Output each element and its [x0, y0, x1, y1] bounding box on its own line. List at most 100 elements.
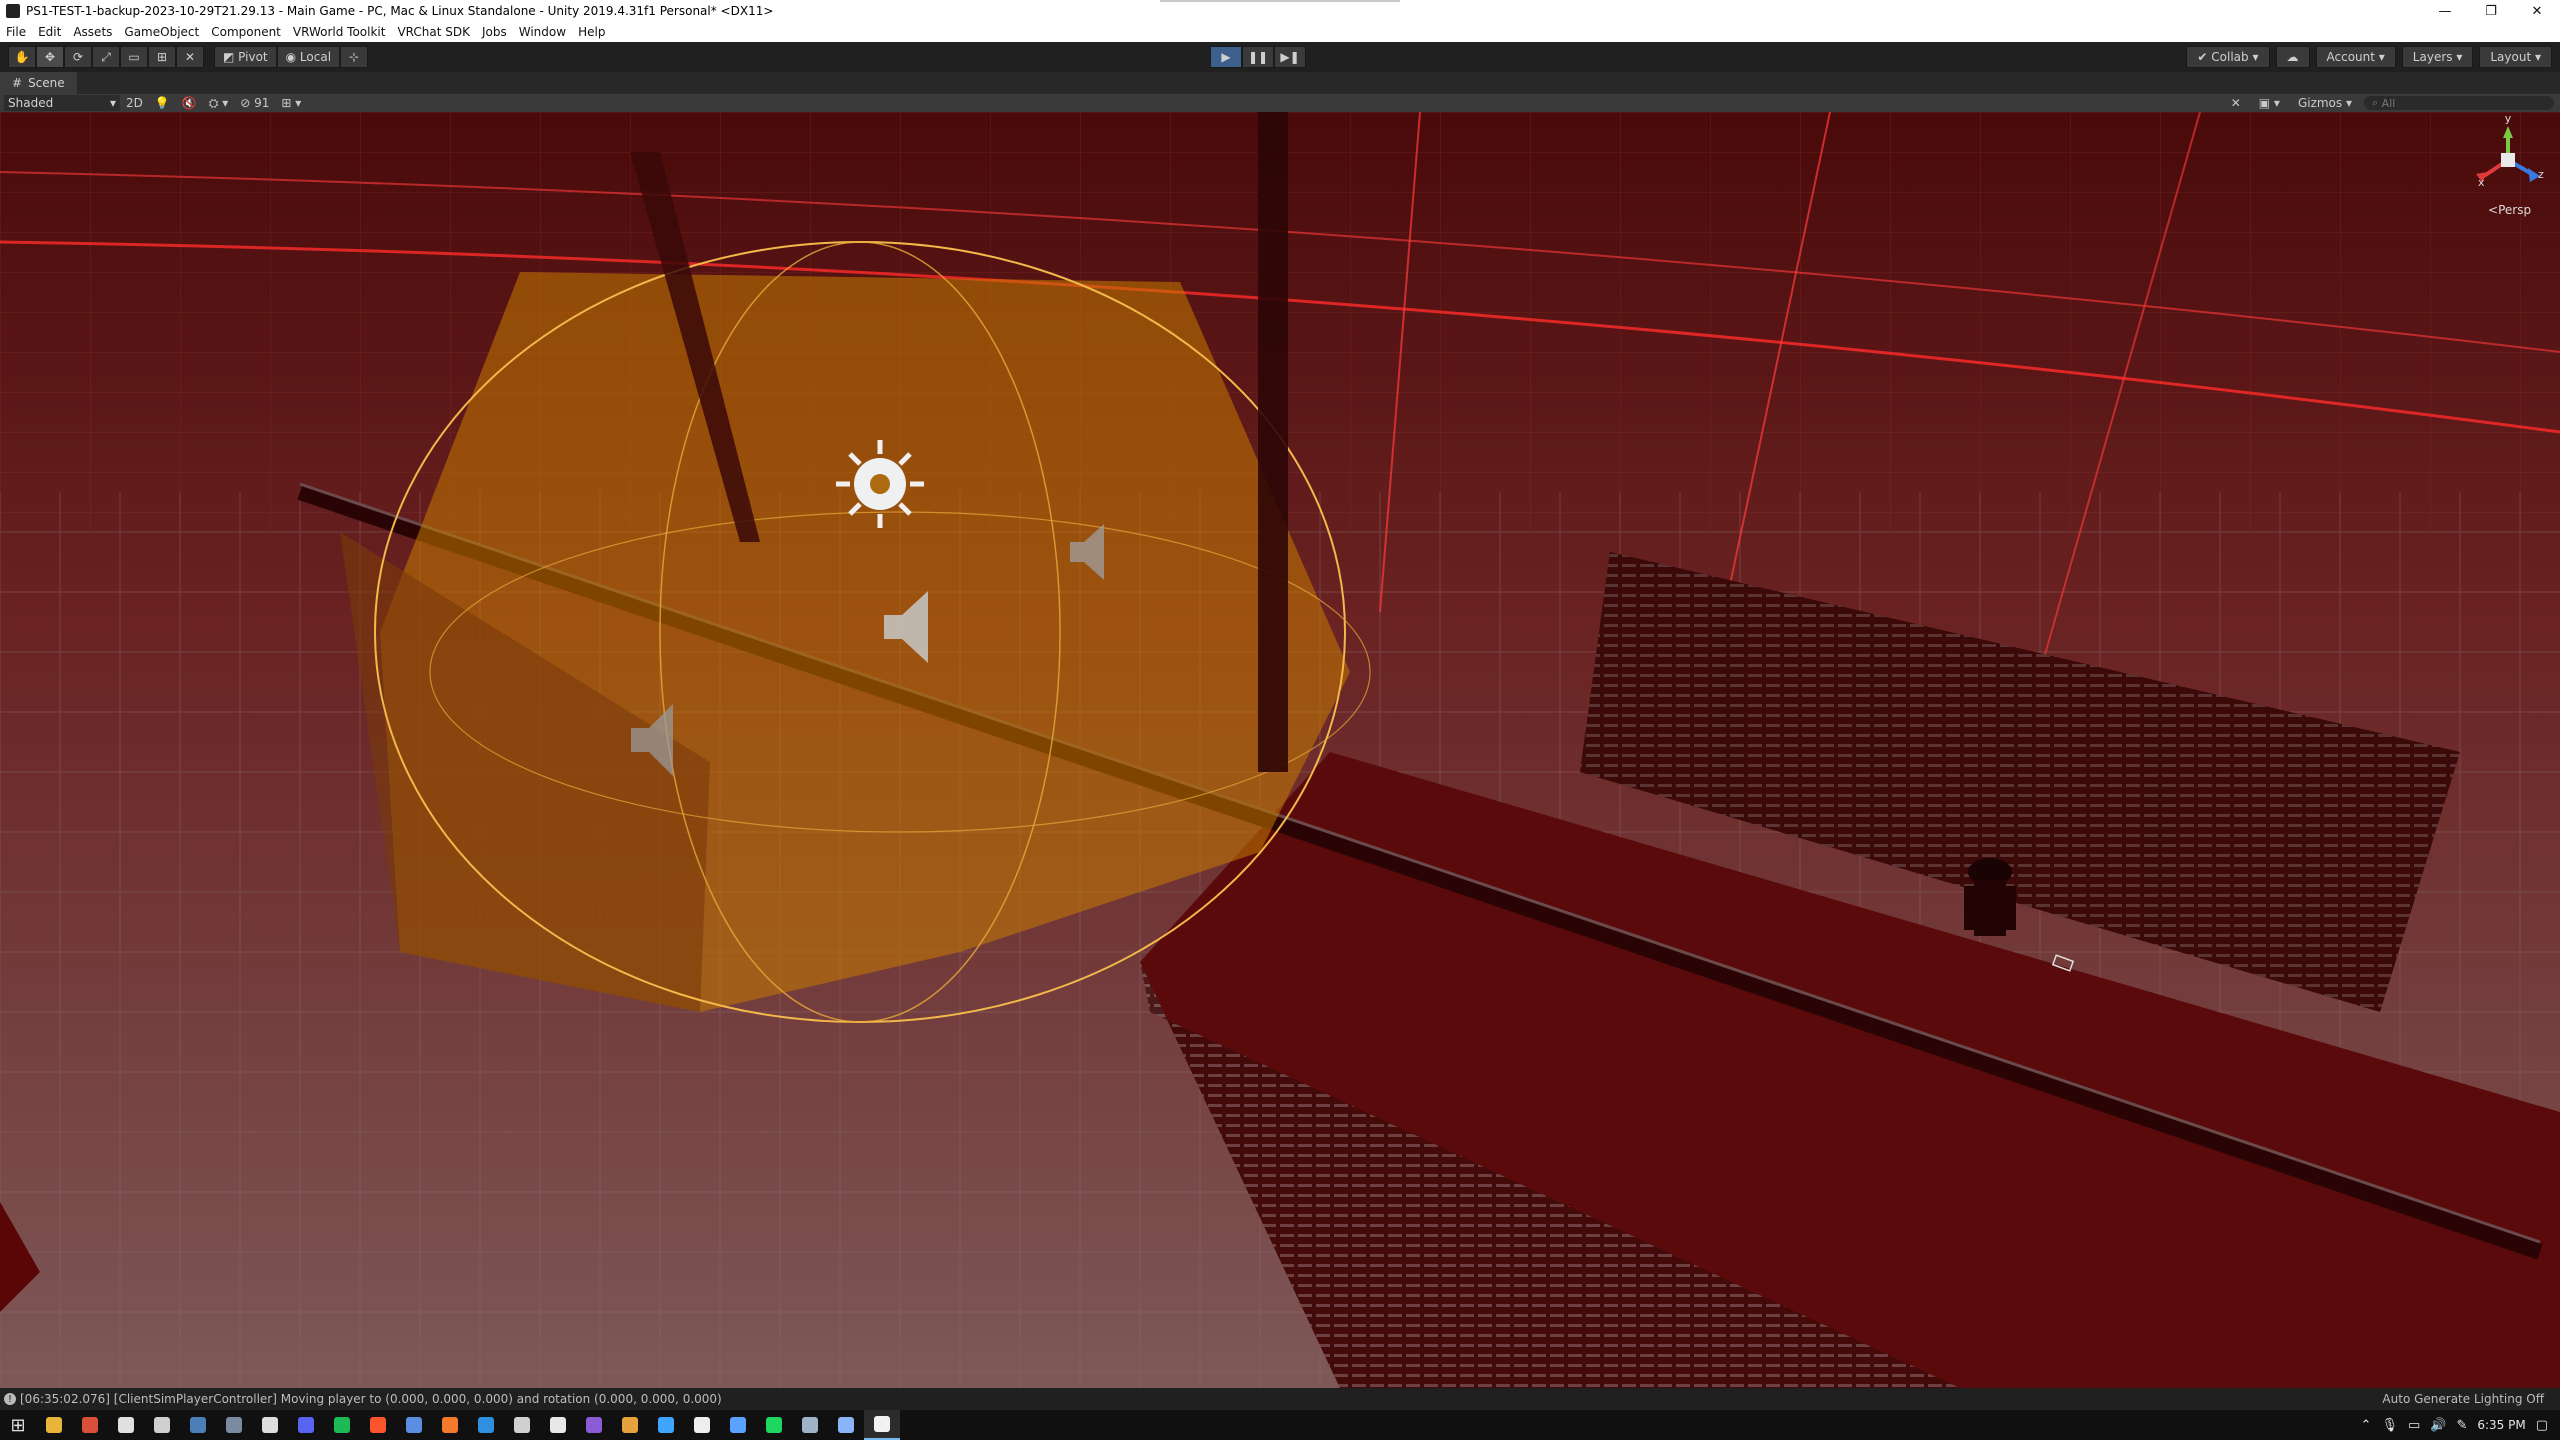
mode-2d-toggle[interactable]: 2D	[120, 95, 149, 111]
projection-mode: Persp	[2498, 203, 2531, 217]
close-button[interactable]: ✕	[2514, 0, 2560, 22]
console-message[interactable]: [06:35:02.076] [ClientSimPlayerControlle…	[20, 1392, 722, 1406]
effects-dropdown[interactable]: ⛭ ▾	[203, 95, 234, 111]
layout-dropdown[interactable]: Layout ▾	[2479, 46, 2552, 68]
grid-snap-button[interactable]: ⊹	[340, 46, 369, 68]
taskbar-app-button[interactable]	[108, 1410, 144, 1440]
effects-icon: ⛭ ▾	[208, 95, 229, 110]
scene-tab-label: Scene	[28, 76, 65, 90]
taskbar-app-button[interactable]	[684, 1410, 720, 1440]
vscode-icon	[478, 1417, 494, 1433]
menu-gameobject[interactable]: GameObject	[118, 25, 205, 39]
tab-scene[interactable]: # Scene	[0, 72, 77, 94]
custom-tool-button[interactable]: ✕	[176, 46, 204, 68]
taskbar-app-button[interactable]	[648, 1410, 684, 1440]
gizmos-dropdown[interactable]: Gizmos ▾	[2292, 95, 2358, 111]
menu-edit[interactable]: Edit	[32, 25, 67, 39]
camera-settings-dropdown[interactable]: ▣ ▾	[2253, 95, 2286, 111]
taskbar-app-button[interactable]	[504, 1410, 540, 1440]
taskbar-app-button[interactable]	[576, 1410, 612, 1440]
hidden-objects-toggle[interactable]: ⊘ 91	[234, 95, 275, 111]
account-dropdown[interactable]: Account ▾	[2315, 46, 2396, 68]
taskbar-app-button[interactable]	[756, 1410, 792, 1440]
pivot-toggle[interactable]: ◩ Pivot	[214, 46, 277, 68]
gizmos-label: Gizmos	[2297, 96, 2343, 110]
pause-button[interactable]: ❚❚	[1242, 46, 1274, 68]
grid-settings-dropdown[interactable]: ⊞ ▾	[275, 95, 307, 111]
taskbar-app-button[interactable]	[360, 1410, 396, 1440]
step-button[interactable]: ▶❚	[1274, 46, 1306, 68]
minimize-button[interactable]: —	[2422, 0, 2468, 22]
local-label: Local	[299, 50, 332, 64]
rotate-icon: ⟳	[72, 50, 84, 64]
menu-window[interactable]: Window	[513, 25, 572, 39]
menu-file[interactable]: File	[0, 25, 32, 39]
menu-assets[interactable]: Assets	[67, 25, 118, 39]
local-toggle[interactable]: ◉ Local	[276, 46, 341, 68]
chevron-up-icon[interactable]: ⌃	[2361, 1418, 2372, 1433]
cloud-button[interactable]: ☁	[2275, 46, 2310, 68]
pen-icon[interactable]: ✎	[2456, 1418, 2467, 1433]
blender-icon	[442, 1417, 458, 1433]
taskbar-app-button[interactable]	[792, 1410, 828, 1440]
scene-search-input[interactable]: ⌕ All	[2364, 96, 2554, 110]
shading-mode-dropdown[interactable]: Shaded ▾	[4, 95, 120, 111]
tools-button[interactable]: ✕	[2225, 95, 2247, 111]
taskbar-app-button[interactable]	[468, 1410, 504, 1440]
taskbar-apps	[36, 1410, 900, 1440]
taskbar-app-button[interactable]	[252, 1410, 288, 1440]
taskbar-app-button[interactable]	[864, 1410, 900, 1440]
maximize-button[interactable]: ❐	[2468, 0, 2514, 22]
search-icon: ⌕	[2372, 96, 2382, 109]
menu-vrchat-sdk[interactable]: VRChat SDK	[391, 25, 476, 39]
epic-games-icon	[118, 1417, 134, 1433]
taskbar-app-button[interactable]	[36, 1410, 72, 1440]
taskbar-app-button[interactable]	[288, 1410, 324, 1440]
audio-icon: 🔇	[181, 96, 197, 110]
rotate-tool-button[interactable]: ⟳	[64, 46, 92, 68]
status-bar: ! [06:35:02.076] [ClientSimPlayerControl…	[0, 1388, 2560, 1410]
lighting-status[interactable]: Auto Generate Lighting Off	[2382, 1392, 2560, 1406]
lighting-toggle[interactable]: 💡	[149, 95, 176, 111]
title-progress-indicator	[1160, 0, 1400, 2]
play-button[interactable]: ▶	[1210, 46, 1242, 68]
taskbar-app-button[interactable]	[540, 1410, 576, 1440]
windows-start-button[interactable]: ⊞	[0, 1410, 36, 1440]
network-icon[interactable]: ▭	[2408, 1418, 2420, 1433]
taskbar-app-button[interactable]	[828, 1410, 864, 1440]
clock[interactable]: 6:35 PM	[2477, 1418, 2525, 1432]
collab-dropdown[interactable]: ✔ Collab ▾	[2186, 46, 2270, 68]
scene-viewport[interactable]: y x z <Persp	[0, 112, 2560, 1388]
windows-taskbar: ⊞ ⌃ 🎙 ▭ 🔊 ✎ 6:35 PM ▢	[0, 1410, 2560, 1440]
layout-label: Layout	[2490, 50, 2532, 64]
notifications-icon[interactable]: ▢	[2536, 1418, 2548, 1433]
volume-icon[interactable]: 🔊	[2430, 1418, 2446, 1433]
hand-tool-button[interactable]: ✋	[8, 46, 36, 68]
discord-icon	[298, 1417, 314, 1433]
rect-tool-button[interactable]: ▭	[120, 46, 148, 68]
projection-label[interactable]: <Persp	[2488, 203, 2531, 217]
audio-toggle[interactable]: 🔇	[176, 95, 203, 111]
chevron-down-icon: ▾	[109, 96, 116, 110]
transform-tool-button[interactable]: ⊞	[148, 46, 176, 68]
collab-label: Collab	[2211, 50, 2249, 64]
taskbar-app-button[interactable]	[180, 1410, 216, 1440]
menu-component[interactable]: Component	[205, 25, 287, 39]
taskbar-app-button[interactable]	[396, 1410, 432, 1440]
taskbar-app-button[interactable]	[216, 1410, 252, 1440]
menu-jobs[interactable]: Jobs	[476, 25, 513, 39]
scale-tool-button[interactable]: ⤢	[92, 46, 120, 68]
layers-dropdown[interactable]: Layers ▾	[2401, 46, 2474, 68]
taskbar-app-button[interactable]	[144, 1410, 180, 1440]
taskbar-app-button[interactable]	[612, 1410, 648, 1440]
taskbar-app-button[interactable]	[72, 1410, 108, 1440]
unity-hub-icon	[262, 1417, 278, 1433]
menu-vrworld-toolkit[interactable]: VRWorld Toolkit	[287, 25, 392, 39]
taskbar-app-button[interactable]	[432, 1410, 468, 1440]
taskbar-app-button[interactable]	[720, 1410, 756, 1440]
account-label: Account	[2326, 50, 2375, 64]
move-tool-button[interactable]: ✥	[36, 46, 64, 68]
taskbar-app-button[interactable]	[324, 1410, 360, 1440]
menu-help[interactable]: Help	[572, 25, 611, 39]
microphone-icon[interactable]: 🎙	[2381, 1418, 2398, 1433]
